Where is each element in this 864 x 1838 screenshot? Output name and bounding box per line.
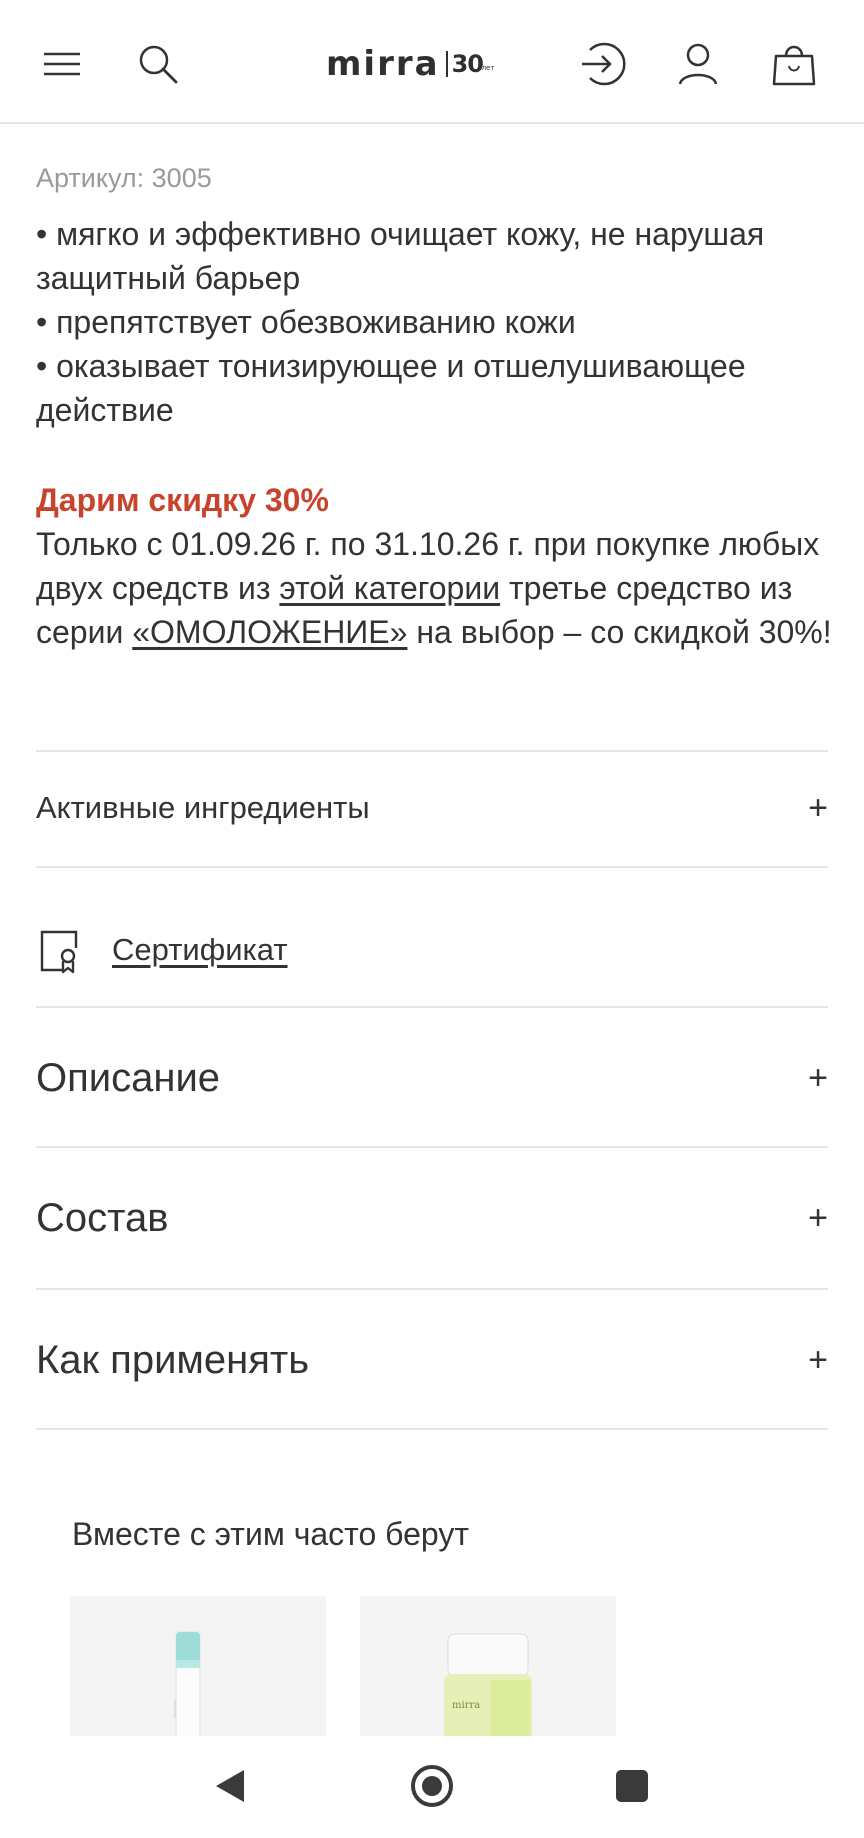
accordion-label: Активные ингредиенты: [36, 790, 370, 825]
expand-icon[interactable]: +: [788, 789, 828, 828]
divider: [36, 866, 828, 868]
product-image: [174, 1631, 201, 1736]
series-link[interactable]: «ОМОЛОЖЕНИЕ»: [132, 614, 407, 650]
benefit-item: • оказывает тонизирующее и отшелушивающе…: [36, 348, 746, 428]
login-icon[interactable]: [576, 38, 628, 90]
accordion-label: Как применять: [36, 1337, 310, 1382]
accordion-label: Описание: [36, 1055, 221, 1100]
search-icon[interactable]: [132, 38, 184, 90]
promo-text-part: на выбор – со скидкой 30%!: [407, 614, 832, 650]
promo-text: Только с 01.09.26 г. по 31.10.26 г. при …: [36, 522, 836, 654]
product-card[interactable]: [70, 1596, 326, 1736]
logo-separator: [445, 51, 448, 77]
expand-icon[interactable]: +: [788, 1341, 828, 1380]
logo-badge-suffix: лет: [481, 64, 495, 72]
accordion-composition[interactable]: Состав +: [36, 1186, 828, 1250]
logo-wordmark: mirra: [326, 44, 440, 84]
logo-badge-number: 30: [451, 50, 484, 78]
product-brand-label: mirra: [452, 1700, 481, 1711]
product-benefits: • мягко и эффективно очищает кожу, не на…: [36, 212, 836, 432]
divider: [36, 1428, 828, 1430]
logo-anniversary-badge: 30 лет: [451, 50, 495, 78]
accordion-label: Состав: [36, 1195, 169, 1240]
system-navbar: [0, 1736, 864, 1838]
brand-logo[interactable]: mirra 30 лет: [326, 44, 495, 84]
accordion-description[interactable]: Описание +: [36, 1046, 828, 1110]
recommendations-title: Вместе с этим часто берут: [72, 1516, 470, 1552]
home-icon[interactable]: [402, 1756, 462, 1816]
expand-icon[interactable]: +: [788, 1199, 828, 1238]
recents-icon[interactable]: [602, 1756, 662, 1816]
accordion-active-ingredients[interactable]: Активные ингредиенты +: [36, 780, 828, 836]
menu-icon[interactable]: [36, 38, 88, 90]
accordion-how-to-use[interactable]: Как применять +: [36, 1328, 828, 1392]
certificate-icon: [40, 930, 78, 974]
back-icon[interactable]: [202, 1756, 262, 1816]
benefit-item: • мягко и эффективно очищает кожу, не на…: [36, 216, 765, 296]
category-link[interactable]: этой категории: [279, 570, 500, 606]
divider: [36, 750, 828, 752]
user-icon[interactable]: [672, 38, 724, 90]
divider: [36, 1288, 828, 1290]
divider: [36, 1146, 828, 1148]
divider: [36, 1006, 828, 1008]
product-sku: Артикул: 3005: [36, 163, 212, 193]
cart-icon[interactable]: [768, 38, 820, 90]
promo-title: Дарим скидку 30%: [36, 482, 329, 518]
benefit-item: • препятствует обезвоживанию кожи: [36, 304, 576, 340]
expand-icon[interactable]: +: [788, 1059, 828, 1098]
product-image: [444, 1633, 532, 1736]
product-card[interactable]: mirra: [360, 1596, 616, 1736]
top-header: mirra 30 лет: [0, 0, 864, 124]
certificate-row[interactable]: Сертификат: [36, 922, 288, 978]
certificate-link[interactable]: Сертификат: [112, 932, 288, 968]
